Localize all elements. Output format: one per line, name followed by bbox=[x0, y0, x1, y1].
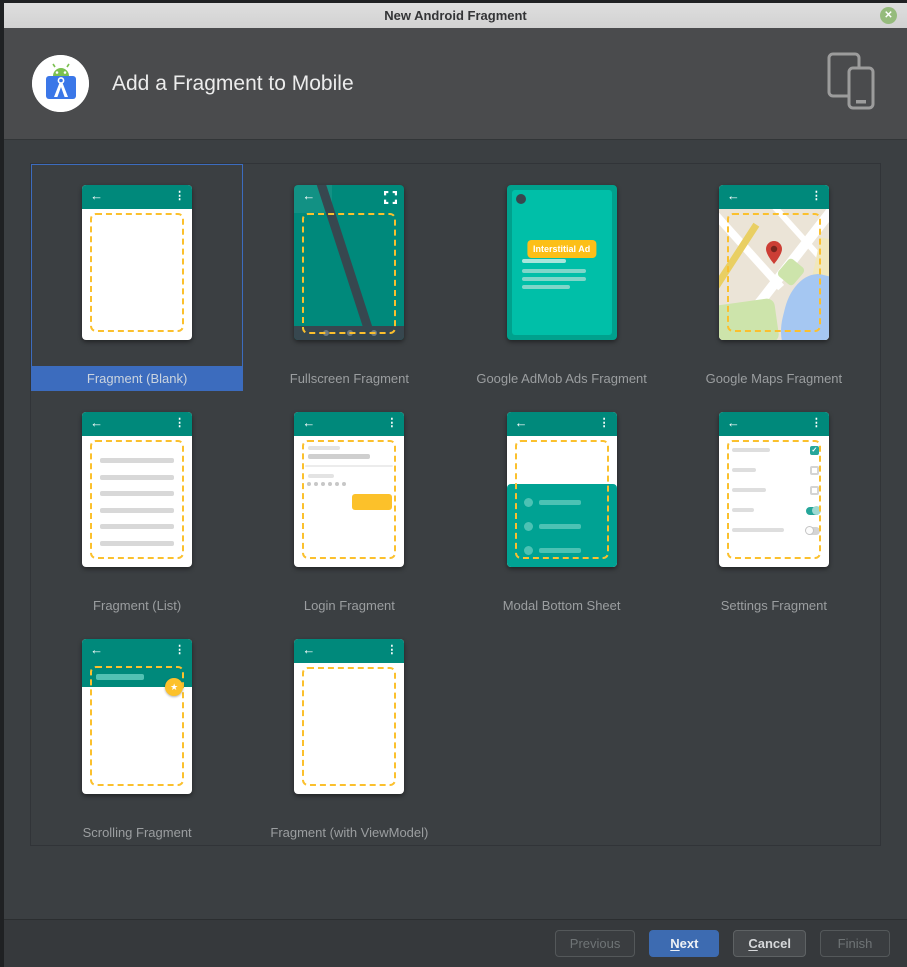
close-icon[interactable]: ✕ bbox=[880, 7, 897, 24]
template-card-label: Fragment (Blank) bbox=[31, 366, 243, 391]
finish-button: Finish bbox=[820, 930, 890, 957]
wizard-header: Add a Fragment to Mobile bbox=[4, 28, 907, 140]
titlebar[interactable]: New Android Fragment ✕ bbox=[4, 3, 907, 28]
fab-star-icon: ★ bbox=[165, 678, 183, 696]
template-card-viewmodel[interactable]: ←⋮Fragment (with ViewModel) bbox=[243, 618, 455, 845]
template-card-label: Google AdMob Ads Fragment bbox=[456, 366, 668, 391]
template-card-bottomsheet[interactable]: ←⋮Modal Bottom Sheet bbox=[456, 391, 668, 618]
kebab-menu-icon: ⋮ bbox=[174, 643, 185, 656]
back-arrow-icon: ← bbox=[90, 415, 103, 430]
button-bar: Previous Next Cancel Finish bbox=[4, 919, 907, 967]
template-thumbnail: ←⋮ bbox=[82, 185, 192, 340]
fullscreen-icon bbox=[384, 191, 397, 204]
fragment-dashed-outline bbox=[515, 440, 609, 559]
template-card-label: Fragment (with ViewModel) bbox=[243, 820, 455, 845]
template-thumbnail: ←⋮ bbox=[507, 412, 617, 567]
template-thumbnail: ←⋮✓ bbox=[719, 412, 829, 567]
template-card-label: Modal Bottom Sheet bbox=[456, 593, 668, 618]
camera-dot-icon bbox=[516, 194, 526, 204]
kebab-menu-icon: ⋮ bbox=[174, 189, 185, 202]
fragment-dashed-outline bbox=[727, 440, 821, 559]
template-card-scrolling[interactable]: ← ⋮ ★ Scrolling Fragment bbox=[31, 618, 243, 845]
fragment-dashed-outline bbox=[302, 440, 396, 559]
interstitial-ad-badge: Interstitial Ad bbox=[527, 240, 596, 258]
template-card-label: Google Maps Fragment bbox=[668, 366, 880, 391]
kebab-menu-icon: ⋮ bbox=[599, 416, 610, 429]
template-gallery: ←⋮Fragment (Blank)←Fullscreen FragmentIn… bbox=[30, 163, 881, 846]
template-thumbnail: ←⋮ bbox=[294, 412, 404, 567]
kebab-menu-icon: ⋮ bbox=[386, 416, 397, 429]
back-arrow-icon: ← bbox=[302, 642, 315, 657]
cancel-button[interactable]: Cancel bbox=[733, 930, 806, 957]
template-card-blank[interactable]: ←⋮Fragment (Blank) bbox=[31, 164, 243, 391]
thumb-appbar: ←⋮ bbox=[719, 185, 829, 209]
next-button[interactable]: Next bbox=[649, 930, 719, 957]
back-arrow-icon: ← bbox=[90, 188, 103, 203]
template-card-maps[interactable]: ←⋮Google Maps Fragment bbox=[668, 164, 880, 391]
thumb-appbar: ←⋮ bbox=[719, 412, 829, 436]
window-title: New Android Fragment bbox=[384, 8, 527, 23]
fragment-dashed-outline bbox=[90, 213, 184, 332]
back-arrow-icon: ← bbox=[515, 415, 528, 430]
template-card-label: Fullscreen Fragment bbox=[243, 366, 455, 391]
template-thumbnail: ← bbox=[294, 185, 404, 340]
android-studio-logo bbox=[32, 55, 89, 112]
thumb-appbar: ←⋮ bbox=[507, 412, 617, 436]
template-card-label: Scrolling Fragment bbox=[31, 820, 243, 845]
back-arrow-icon: ← bbox=[90, 642, 103, 657]
kebab-menu-icon: ⋮ bbox=[811, 189, 822, 202]
dialog-content: ←⋮Fragment (Blank)←Fullscreen FragmentIn… bbox=[4, 140, 907, 919]
template-thumbnail: ← ⋮ ★ bbox=[82, 639, 192, 794]
template-card-label: Settings Fragment bbox=[668, 593, 880, 618]
new-android-fragment-dialog: New Android Fragment ✕ Add a Fragment to… bbox=[4, 3, 907, 967]
previous-button: Previous bbox=[555, 930, 636, 957]
template-card-admob[interactable]: Interstitial Ad Google AdMob Ads Fragment bbox=[456, 164, 668, 391]
template-card-login[interactable]: ←⋮Login Fragment bbox=[243, 391, 455, 618]
template-card-label: Login Fragment bbox=[243, 593, 455, 618]
back-arrow-icon: ← bbox=[727, 188, 740, 203]
fragment-dashed-outline bbox=[90, 440, 184, 559]
template-thumbnail: Interstitial Ad bbox=[507, 185, 617, 340]
template-thumbnail: ←⋮ bbox=[294, 639, 404, 794]
fragment-dashed-outline bbox=[727, 213, 821, 332]
template-card-list[interactable]: ←⋮Fragment (List) bbox=[31, 391, 243, 618]
template-thumbnail: ←⋮ bbox=[719, 185, 829, 340]
back-arrow-icon: ← bbox=[302, 188, 315, 203]
fragment-dashed-outline bbox=[302, 213, 396, 334]
kebab-menu-icon: ⋮ bbox=[174, 416, 185, 429]
template-card-settings[interactable]: ←⋮✓Settings Fragment bbox=[668, 391, 880, 618]
template-card-label: Fragment (List) bbox=[31, 593, 243, 618]
mobile-devices-icon bbox=[823, 50, 879, 117]
template-thumbnail: ←⋮ bbox=[82, 412, 192, 567]
fragment-dashed-outline bbox=[302, 667, 396, 786]
template-card-fullscreen[interactable]: ← Fullscreen Fragment bbox=[243, 164, 455, 391]
kebab-menu-icon: ⋮ bbox=[811, 416, 822, 429]
thumb-appbar: ←⋮ bbox=[294, 412, 404, 436]
thumb-appbar: ←⋮ bbox=[82, 412, 192, 436]
back-arrow-icon: ← bbox=[302, 415, 315, 430]
thumb-appbar: ←⋮ bbox=[294, 639, 404, 663]
thumb-appbar: ←⋮ bbox=[82, 185, 192, 209]
back-arrow-icon: ← bbox=[727, 415, 740, 430]
kebab-menu-icon: ⋮ bbox=[386, 643, 397, 656]
page-title: Add a Fragment to Mobile bbox=[112, 72, 354, 96]
